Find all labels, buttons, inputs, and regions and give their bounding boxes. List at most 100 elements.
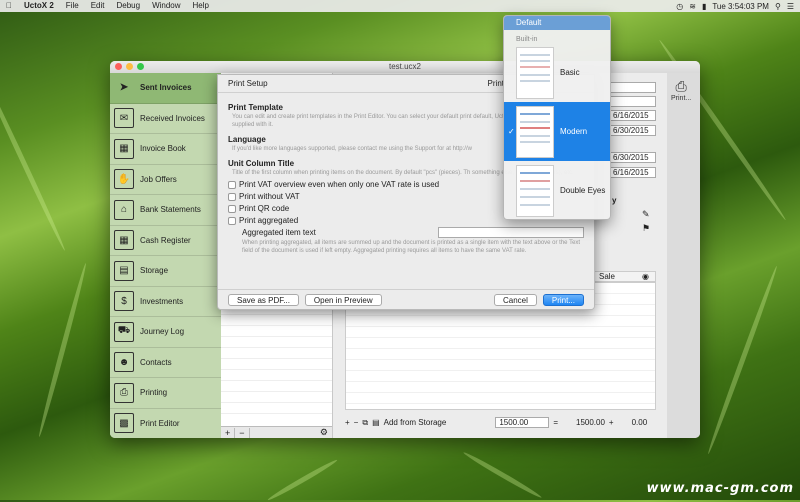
print-button[interactable]: Print... (542, 293, 584, 306)
search-icon[interactable]: ⚲ (775, 2, 781, 11)
menu-window[interactable]: Window (146, 0, 186, 12)
sidebar-item-print-editor[interactable]: ▩ Print Editor (110, 408, 221, 438)
sidebar-item-contacts[interactable]: ☻ Contacts (110, 347, 221, 378)
open-preview-button[interactable]: Open in Preview (304, 293, 382, 306)
sidebar-item-label: Cash Register (140, 235, 191, 245)
sidebar-item-label: Received Invoices (140, 113, 205, 123)
template-option-basic[interactable]: Basic (504, 43, 610, 102)
clock[interactable]: Tue 3:54:03 PM (712, 2, 769, 11)
column-sale[interactable]: Sale (599, 272, 615, 281)
total-value: 1500.00 (576, 418, 605, 427)
sidebar-item-label: Storage (140, 266, 169, 276)
equals-label: = (553, 418, 558, 427)
watermark: www.mac-gm.com (646, 481, 794, 496)
popup-group-label: Built-in (516, 36, 538, 43)
list-icon[interactable]: ☰ (787, 2, 794, 11)
date-field-1[interactable]: 6/16/2015 (610, 110, 656, 121)
minimize-button[interactable] (126, 63, 133, 70)
print-editor-icon: ▩ (114, 413, 134, 434)
date-field-3[interactable]: 6/30/2015 (610, 152, 656, 163)
side-label: y (612, 196, 617, 205)
sidebar-item-investments[interactable]: $ Investments (110, 286, 221, 317)
sidebar-item-label: Print Editor (140, 418, 180, 428)
vat-value: 0.00 (631, 418, 648, 427)
sidebar-item-label: Sent Invoices (140, 83, 192, 93)
sidebar-item-journey-log[interactable]: ⛟ Journey Log (110, 317, 221, 348)
sidebar-item-job-offers[interactable]: ✋ Job Offers (110, 164, 221, 195)
sidebar-item-label: Job Offers (140, 174, 177, 184)
save-pdf-button[interactable]: Save as PDF... (228, 293, 299, 306)
copy-icon[interactable]: ⧉ (362, 418, 368, 428)
menu-edit[interactable]: Edit (85, 0, 111, 12)
template-option-label: Double Eyes (560, 186, 606, 195)
menu-debug[interactable]: Debug (110, 0, 146, 12)
aggregated-description: When printing aggregated, all items are … (242, 240, 581, 254)
binder-icon: ▦ (114, 138, 134, 159)
contact-card-icon: ☻ (114, 352, 134, 373)
dollar-icon: $ (114, 291, 134, 312)
sidebar-item-label: Contacts (140, 357, 172, 367)
apple-icon[interactable]:  (0, 0, 18, 12)
template-thumbnail-double-eyes (516, 164, 554, 217)
template-thumbnail-modern (516, 105, 554, 158)
menu-help[interactable]: Help (187, 0, 215, 12)
text-field-top[interactable] (610, 82, 656, 93)
zoom-button[interactable] (137, 63, 144, 70)
remove-document-button[interactable]: − (235, 427, 250, 438)
list-footer: + − ⚙ (221, 426, 332, 438)
plus-label: + (608, 418, 614, 427)
menu-file[interactable]: File (60, 0, 85, 12)
envelope-icon: ✉ (114, 108, 134, 129)
date-field-4[interactable]: 6/16/2015 (610, 167, 656, 178)
close-button[interactable] (115, 63, 122, 70)
menu-bar:  UctoX 2 File Edit Debug Window Help ◷ … (0, 0, 800, 12)
checkbox-label: Print VAT overview even when only one VA… (239, 180, 440, 189)
checkbox-label: Print aggregated (239, 216, 299, 225)
date-field-2[interactable]: 6/30/2015 (610, 125, 656, 136)
window-title: test.ucx2 (388, 62, 421, 71)
sheet-title: Print Setup (228, 79, 268, 88)
popup-default-item[interactable]: Default (504, 16, 610, 30)
text-field-top-2[interactable] (610, 96, 656, 107)
currency-icon[interactable]: ◉ (642, 272, 649, 281)
attachment-icon[interactable]: ✎ (642, 209, 650, 220)
sidebar-item-sent-invoices[interactable]: ➤ Sent Invoices (110, 73, 221, 104)
sidebar-item-label: Invoice Book (140, 144, 186, 154)
time-machine-icon[interactable]: ◷ (676, 2, 683, 11)
add-from-storage-button[interactable]: Add from Storage (384, 418, 447, 427)
hand-box-icon: ✋ (114, 169, 134, 190)
sidebar-item-printing[interactable]: ⎙ Printing (110, 378, 221, 409)
gear-icon[interactable]: ⚙ (316, 427, 332, 438)
print-toolbar-label: Print... (671, 95, 692, 102)
sheet-footer: Save as PDF... Open in Preview Cancel Pr… (218, 289, 594, 309)
print-toolbar-button[interactable]: ⎙ Print... (671, 78, 691, 102)
sidebar-item-invoice-book[interactable]: ▦ Invoice Book (110, 134, 221, 165)
paper-plane-icon: ➤ (119, 82, 129, 94)
add-document-button[interactable]: + (221, 427, 236, 438)
aggregated-text-input[interactable] (438, 227, 584, 238)
battery-icon[interactable]: ▮ (702, 2, 706, 11)
bank-icon: ⌂ (114, 199, 134, 220)
printer-icon: ⎙ (114, 382, 134, 403)
sidebar-item-cash-register[interactable]: ▦ Cash Register (110, 225, 221, 256)
cabinet-icon: ▤ (114, 260, 134, 281)
cancel-button[interactable]: Cancel (493, 293, 537, 306)
add-item-button[interactable]: + (345, 418, 350, 427)
template-option-modern[interactable]: ✓ Modern (504, 102, 610, 161)
sidebar-item-received-invoices[interactable]: ✉ Received Invoices (110, 103, 221, 134)
sidebar-item-storage[interactable]: ▤ Storage (110, 256, 221, 287)
checkbox-label: Print QR code (239, 204, 290, 213)
template-option-label: Modern (560, 127, 588, 136)
quantity-field[interactable]: 1500.00 (495, 417, 550, 428)
remove-item-button[interactable]: − (354, 418, 359, 427)
sidebar-item-bank-statements[interactable]: ⌂ Bank Statements (110, 195, 221, 226)
sheet-title-right: Print (487, 79, 504, 88)
menu-app[interactable]: UctoX 2 (18, 0, 60, 12)
storage-icon[interactable]: ▤ (372, 418, 380, 427)
items-bottom-bar: + − ⧉ ▤ Add from Storage 1500.00 = 1500.… (345, 415, 656, 430)
wifi-icon[interactable]: ≋ (689, 2, 696, 11)
sidebar-item-label: Printing (140, 388, 168, 398)
tag-icon[interactable]: ⚑ (642, 223, 650, 234)
sidebar-item-label: Bank Statements (140, 205, 201, 215)
template-option-double-eyes[interactable]: Double Eyes (504, 161, 610, 219)
